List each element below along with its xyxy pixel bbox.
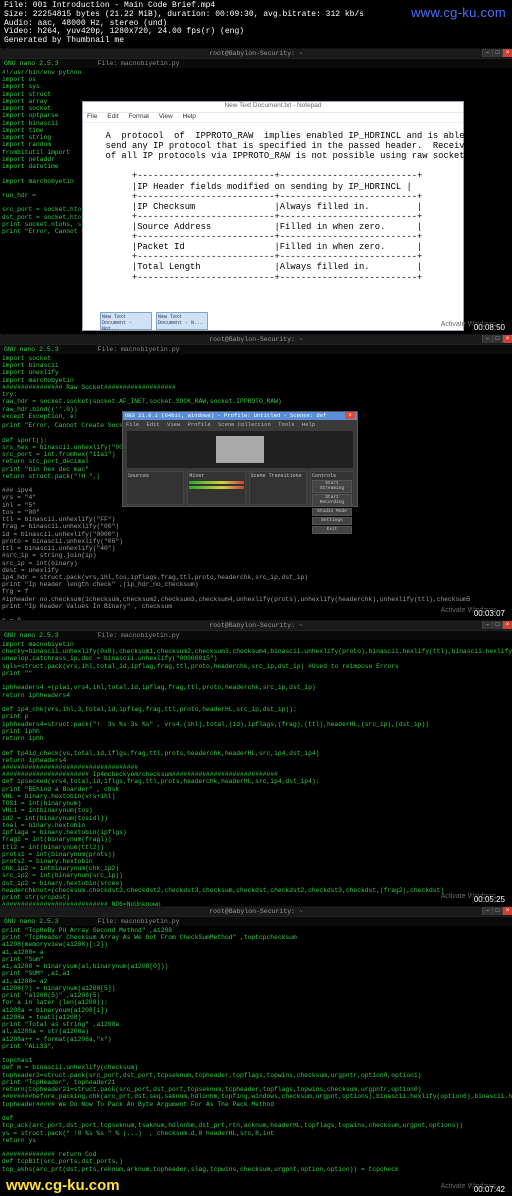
exit-button[interactable]: Exit xyxy=(312,526,352,534)
obs-controls-panel: Controls Start Streaming Start Recording… xyxy=(310,471,354,505)
close-icon[interactable]: × xyxy=(502,49,512,57)
timestamp-4: 00:07:42 xyxy=(471,1185,508,1194)
watermark-bottom: www.cg-ku.com xyxy=(6,1177,120,1194)
terminal-title: root@Babylon-Security: ~ xyxy=(0,49,512,59)
screenshot-3: – □ × root@Babylon-Security: ~ GNU nano … xyxy=(0,620,512,906)
maximize-icon[interactable]: □ xyxy=(492,335,502,343)
obs-transitions-panel[interactable]: Scene Transitions xyxy=(249,471,307,505)
nano-header: GNU nano 2.5.3 File: macnobiyetin.py xyxy=(0,631,512,640)
audio-level-icon xyxy=(189,486,243,489)
nano-file: File: macnobiyetin.py xyxy=(98,60,180,67)
menu-format[interactable]: Format xyxy=(128,113,149,120)
code-area-3[interactable]: import macnobiyetin checky=binascii.unhe… xyxy=(0,640,512,946)
studio-mode-button[interactable]: Studio Mode xyxy=(312,508,352,516)
notepad-window: New Text Document.txt - Notepad File Edi… xyxy=(82,101,464,331)
timestamp-2: 00:03:07 xyxy=(471,609,508,618)
video-meta-overlay: File: 001 Introduction - Main Code Brief… xyxy=(0,0,512,48)
obs-preview-thumb xyxy=(216,436,264,463)
screenshot-2: – □ × root@Babylon-Security: ~ GNU nano … xyxy=(0,334,512,620)
screenshot-4: – □ × root@Babylon-Security: ~ GNU nano … xyxy=(0,906,512,1196)
obs-titlebar: OBS 21.0.1 (64bit, windows) - Profile: U… xyxy=(123,412,357,420)
terminal-title: root@Babylon-Security: ~ xyxy=(0,907,512,917)
nano-header: GNU nano 2.5.3 File: macnobiyetin.py xyxy=(0,59,512,68)
terminal-title: root@Babylon-Security: ~ xyxy=(0,621,512,631)
nano-header: GNU nano 2.5.3 File: macnobiyetin.py xyxy=(0,345,512,354)
close-icon[interactable]: × xyxy=(502,335,512,343)
obs-mixer-panel[interactable]: Mixer xyxy=(187,471,245,505)
code-area-4[interactable]: print "TcpHeBy PU Array Second Method" ,… xyxy=(0,926,512,1174)
window-controls: – □ × xyxy=(482,335,512,343)
close-icon[interactable]: × xyxy=(502,907,512,915)
taskbar-thumb-2[interactable]: New Text Document - N... xyxy=(156,312,208,330)
meta-generated: Generated by Thumbnail me xyxy=(4,37,508,46)
maximize-icon[interactable]: □ xyxy=(492,907,502,915)
window-controls: – □ × xyxy=(482,907,512,915)
menu-help[interactable]: Help xyxy=(183,113,196,120)
notepad-body[interactable]: A protocol of IPPROTO_RAW implies enable… xyxy=(83,123,463,330)
audio-level-icon xyxy=(189,481,243,484)
obs-close-icon[interactable]: × xyxy=(345,412,355,419)
minimize-icon[interactable]: – xyxy=(482,621,492,629)
settings-button[interactable]: Settings xyxy=(312,517,352,525)
nano-header: GNU nano 2.5.3 File: macnobiyetin.py xyxy=(0,917,512,926)
taskbar-thumb-1[interactable]: New Text Document - Not... xyxy=(100,312,152,330)
timestamp-1: 00:08:50 xyxy=(471,323,508,332)
obs-preview[interactable] xyxy=(127,431,353,468)
window-controls: – □ × xyxy=(482,621,512,629)
menu-file[interactable]: File xyxy=(87,113,97,120)
maximize-icon[interactable]: □ xyxy=(492,621,502,629)
notepad-title: New Text Document.txt - Notepad xyxy=(83,102,463,113)
notepad-menubar[interactable]: File Edit Format View Help xyxy=(83,113,463,123)
obs-bottom-dock: Sources Mixer Scene Transitions Controls… xyxy=(123,470,357,506)
window-controls: – □ × xyxy=(482,49,512,57)
obs-title: OBS 21.0.1 (64bit, windows) - Profile: U… xyxy=(125,412,326,419)
timestamp-3: 00:05:25 xyxy=(471,895,508,904)
obs-menubar[interactable]: File Edit View Profile Scene Collection … xyxy=(123,420,357,429)
start-recording-button[interactable]: Start Recording xyxy=(312,494,352,507)
nano-version: GNU nano 2.5.3 xyxy=(4,60,59,67)
watermark-top: www.cg-ku.com xyxy=(411,6,506,20)
menu-edit[interactable]: Edit xyxy=(107,113,118,120)
close-icon[interactable]: × xyxy=(502,621,512,629)
minimize-icon[interactable]: – xyxy=(482,49,492,57)
maximize-icon[interactable]: □ xyxy=(492,49,502,57)
minimize-icon[interactable]: – xyxy=(482,907,492,915)
taskbar-thumbs: New Text Document - Not... New Text Docu… xyxy=(100,312,208,330)
start-streaming-button[interactable]: Start Streaming xyxy=(312,480,352,493)
menu-view[interactable]: View xyxy=(159,113,173,120)
screenshot-1: – □ × root@Babylon-Security: ~ GNU nano … xyxy=(0,48,512,334)
terminal-title: root@Babylon-Security: ~ xyxy=(0,335,512,345)
minimize-icon[interactable]: – xyxy=(482,335,492,343)
obs-window: OBS 21.0.1 (64bit, windows) - Profile: U… xyxy=(122,411,358,507)
obs-sources-panel[interactable]: Sources xyxy=(126,471,184,505)
